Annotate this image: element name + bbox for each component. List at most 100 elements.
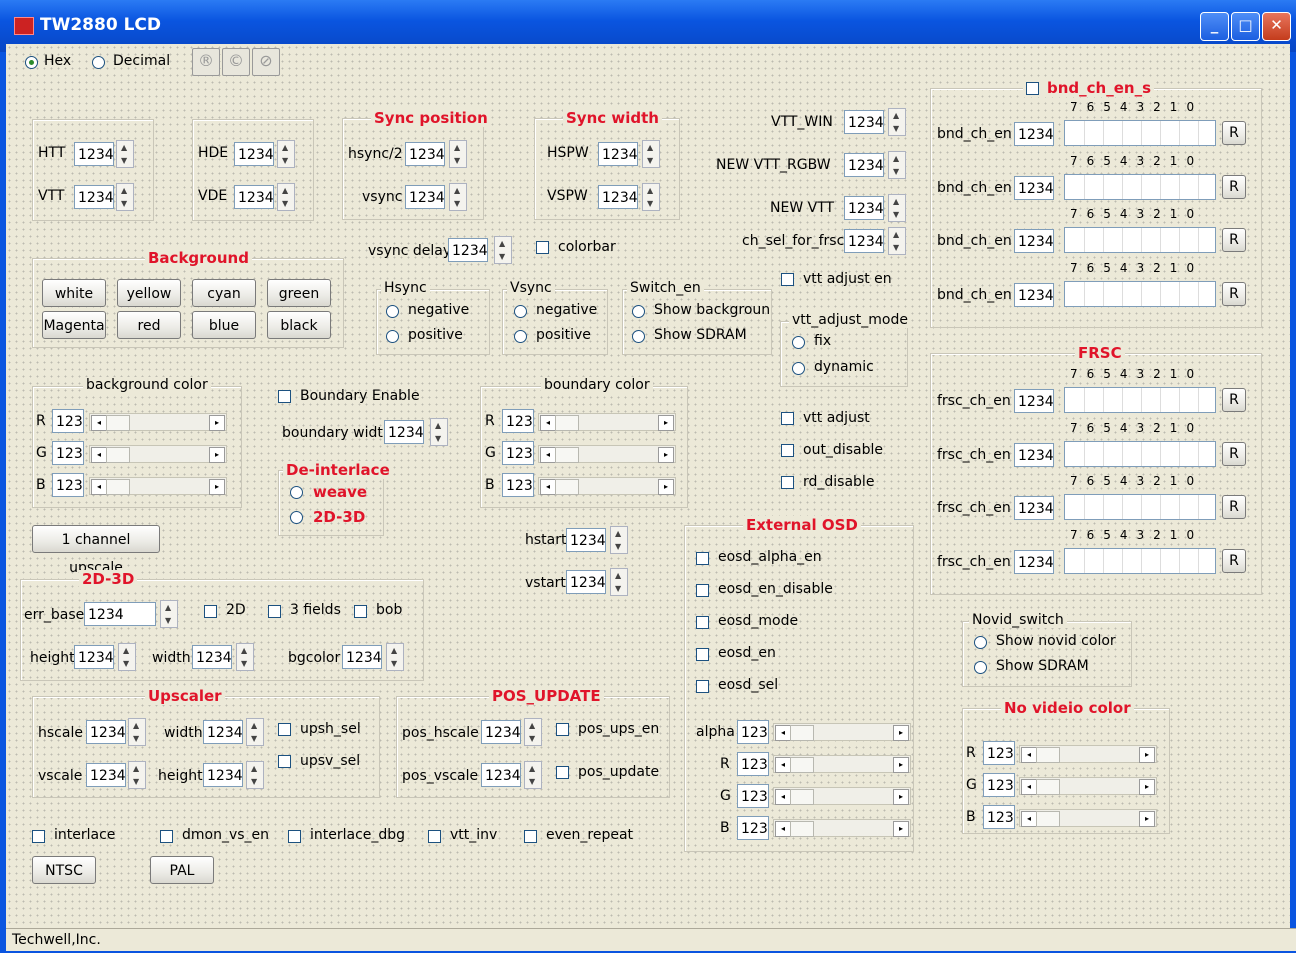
bg-magenta-button[interactable]: Magenta [42, 311, 106, 339]
rd-disable-checkbox[interactable] [781, 476, 794, 489]
vtt-field[interactable]: 1234 [74, 185, 114, 209]
2d-checkbox[interactable] [204, 605, 217, 618]
bg-b-field[interactable]: 123 [52, 473, 84, 497]
upsh-sel-checkbox[interactable] [278, 723, 291, 736]
bc-b-field[interactable]: 123 [502, 473, 534, 497]
vsync-negative-radio[interactable] [514, 305, 527, 318]
bnd-reset-button[interactable]: R [1222, 281, 1246, 306]
eosd-g-field[interactable]: 123 [737, 784, 769, 808]
htt-spinner[interactable]: ▲ ▼ [116, 140, 134, 168]
bc-b-slider[interactable]: ◂ ▸ [538, 477, 676, 495]
eosd-en-disable-checkbox[interactable] [696, 584, 709, 597]
show-sdram-radio[interactable] [632, 330, 645, 343]
hde-field[interactable]: 1234 [234, 142, 274, 166]
hscale-spinner[interactable]: ▲ ▼ [128, 718, 146, 746]
eosd-en-checkbox[interactable] [696, 648, 709, 661]
vscale-field[interactable]: 1234 [86, 763, 126, 787]
hstart-field[interactable]: 1234 [566, 528, 606, 552]
eosd-r-field[interactable]: 123 [737, 752, 769, 776]
bnd-bit-box[interactable] [1064, 173, 1216, 200]
bnd-field[interactable]: 1234 [1014, 282, 1054, 307]
ch-sel-spinner[interactable]: ▲ ▼ [888, 227, 906, 255]
frsc-field[interactable]: 1234 [1014, 442, 1054, 467]
vspw-field[interactable]: 1234 [598, 185, 638, 209]
eosd-b-field[interactable]: 123 [737, 816, 769, 840]
vsync-pos-field[interactable]: 1234 [405, 185, 445, 209]
bnd-reset-button[interactable]: R [1222, 174, 1246, 199]
eosd-sel-checkbox[interactable] [696, 680, 709, 693]
vtt-spinner[interactable]: ▲ ▼ [116, 183, 134, 211]
even-repeat-checkbox[interactable] [524, 830, 537, 843]
maximize-button[interactable]: □ [1231, 12, 1260, 41]
d23-width-spinner[interactable]: ▲ ▼ [236, 643, 254, 671]
alpha-field[interactable]: 123 [737, 720, 769, 744]
vsync-delay-spinner[interactable]: ▲ ▼ [494, 236, 512, 264]
frsc-bit-box[interactable] [1064, 387, 1216, 413]
hspw-field[interactable]: 1234 [598, 142, 638, 166]
pos-hscale-spinner[interactable]: ▲ ▼ [524, 718, 542, 746]
hsync2-field[interactable]: 1234 [405, 142, 445, 166]
show-background-radio[interactable] [632, 305, 645, 318]
bgcolor-field[interactable]: 1234 [342, 645, 382, 669]
out-disable-checkbox[interactable] [781, 444, 794, 457]
eosd-r-slider[interactable]: ◂ ▸ [773, 755, 911, 773]
pal-button[interactable]: PAL [150, 856, 214, 884]
err-base-field[interactable]: 1234 [84, 602, 156, 626]
vsync-pos-spinner[interactable]: ▲ ▼ [449, 183, 467, 211]
bg-blue-button[interactable]: blue [192, 311, 256, 339]
bc-g-field[interactable]: 123 [502, 441, 534, 465]
bc-r-slider[interactable]: ◂ ▸ [538, 413, 676, 431]
boundary-width-field[interactable]: 1234 [384, 420, 424, 444]
stop-icon[interactable]: ⊘ [252, 48, 280, 76]
hsync-positive-radio[interactable] [386, 330, 399, 343]
bg-g-slider[interactable]: ◂ ▸ [89, 445, 227, 463]
eosd-mode-checkbox[interactable] [696, 616, 709, 629]
bnd-bit-box[interactable] [1064, 280, 1216, 307]
fix-radio[interactable] [792, 336, 805, 349]
bg-black-button[interactable]: black [267, 311, 331, 339]
bg-r-slider[interactable]: ◂ ▸ [89, 413, 227, 431]
vsync-delay-field[interactable]: 1234 [448, 238, 488, 262]
frsc-reset-button[interactable]: R [1222, 388, 1246, 412]
bob-checkbox[interactable] [354, 605, 367, 618]
hstart-spinner[interactable]: ▲ ▼ [610, 526, 628, 554]
bg-yellow-button[interactable]: yellow [117, 279, 181, 307]
bnd-field[interactable]: 1234 [1014, 229, 1054, 254]
bg-white-button[interactable]: white [42, 279, 106, 307]
eosd-alpha-en-checkbox[interactable] [696, 552, 709, 565]
pos-vscale-spinner[interactable]: ▲ ▼ [524, 761, 542, 789]
vstart-spinner[interactable]: ▲ ▼ [610, 568, 628, 596]
err-base-spinner[interactable]: ▲ ▼ [160, 600, 178, 628]
new-vtt-rgbw-field[interactable]: 1234 [844, 153, 884, 177]
nv-g-slider[interactable]: ◂ ▸ [1019, 777, 1157, 795]
nv-r-slider[interactable]: ◂ ▸ [1019, 745, 1157, 763]
upsv-sel-checkbox[interactable] [278, 755, 291, 768]
ntsc-button[interactable]: NTSC [32, 856, 96, 884]
new-vtt-field[interactable]: 1234 [844, 196, 884, 220]
frsc-field[interactable]: 1234 [1014, 549, 1054, 574]
pos-vscale-field[interactable]: 1234 [481, 763, 521, 787]
ups-width-spinner[interactable]: ▲ ▼ [246, 718, 264, 746]
frsc-reset-button[interactable]: R [1222, 548, 1246, 573]
d23-height-spinner[interactable]: ▲ ▼ [118, 643, 136, 671]
refresh-icon[interactable]: ® [192, 48, 220, 76]
bnd-ch-en-s-checkbox[interactable] [1026, 82, 1039, 95]
vde-field[interactable]: 1234 [234, 185, 274, 209]
eosd-g-slider[interactable]: ◂ ▸ [773, 787, 911, 805]
bnd-bit-box[interactable] [1064, 120, 1216, 146]
bg-cyan-button[interactable]: cyan [192, 279, 256, 307]
vtt-inv-checkbox[interactable] [428, 830, 441, 843]
dmon-checkbox[interactable] [160, 830, 173, 843]
pos-ups-en-checkbox[interactable] [556, 723, 569, 736]
vde-spinner[interactable]: ▲ ▼ [277, 183, 295, 211]
bnd-reset-button[interactable]: R [1222, 121, 1246, 145]
pos-update-checkbox[interactable] [556, 766, 569, 779]
alpha-slider[interactable]: ◂ ▸ [773, 723, 911, 741]
eosd-b-slider[interactable]: ◂ ▸ [773, 819, 911, 837]
interlace-checkbox[interactable] [32, 830, 45, 843]
minimize-button[interactable]: _ [1200, 12, 1229, 41]
frsc-reset-button[interactable]: R [1222, 441, 1246, 466]
new-vtt-rgbw-spinner[interactable]: ▲ ▼ [888, 151, 906, 179]
frsc-bit-box[interactable] [1064, 440, 1216, 467]
boundary-enable-checkbox[interactable] [278, 390, 291, 403]
